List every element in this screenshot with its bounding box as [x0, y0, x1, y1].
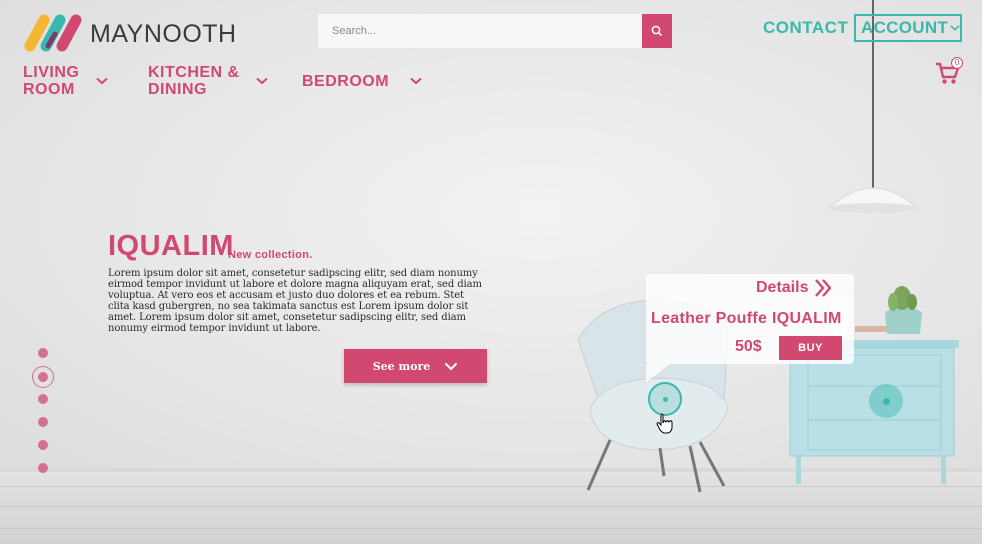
slider-dot[interactable] — [38, 394, 48, 404]
cart-button[interactable]: 0 — [934, 57, 963, 91]
search-input[interactable] — [318, 14, 642, 48]
nav-item-bedroom[interactable]: BEDROOM — [302, 73, 389, 90]
nav-item-label-line2: DINING — [148, 81, 207, 98]
product-popup-pointer — [646, 364, 670, 382]
brand-logo[interactable]: MAYNOOTH — [22, 14, 237, 54]
brand-name: MAYNOOTH — [90, 19, 237, 48]
product-name: Leather Pouffe IQUALIM — [651, 310, 842, 327]
nav-item-label-line1: LIVING — [23, 64, 80, 81]
details-link[interactable]: Details — [756, 278, 833, 298]
slider-dot[interactable] — [38, 348, 48, 358]
hand-cursor-icon — [656, 413, 673, 434]
chevron-down-icon[interactable] — [96, 77, 108, 85]
search-bar — [318, 14, 672, 48]
see-more-label: See more — [372, 359, 431, 373]
product-price: 50$ — [735, 338, 762, 355]
chevron-down-icon — [445, 362, 458, 370]
account-dropdown[interactable]: ACCOUNT — [854, 14, 962, 42]
contact-link[interactable]: CONTACT — [763, 18, 848, 38]
slider-dot-active[interactable] — [32, 366, 54, 388]
chevron-down-icon — [950, 25, 960, 31]
details-label: Details — [756, 279, 809, 296]
cart-count-badge: 0 — [951, 57, 963, 69]
slider-dot[interactable] — [38, 440, 48, 450]
hero-title: IQUALIM — [108, 230, 234, 262]
double-chevron-right-icon — [815, 279, 833, 297]
nav-item-living-room[interactable]: LIVING ROOM — [23, 64, 89, 98]
chevron-down-icon[interactable] — [410, 77, 422, 85]
slider-dot[interactable] — [38, 463, 48, 473]
chevron-down-icon[interactable] — [256, 77, 268, 85]
search-button[interactable] — [642, 14, 672, 48]
slider-dot[interactable] — [38, 417, 48, 427]
logo-mark-icon — [24, 14, 82, 52]
nav-item-label-line2: ROOM — [23, 81, 75, 98]
hero-description: Lorem ipsum dolor sit amet, consetetur s… — [108, 268, 482, 334]
nav-item-label-line1: KITCHEN & — [148, 64, 240, 81]
product-hotspot[interactable] — [869, 384, 903, 418]
see-more-button[interactable]: See more — [344, 349, 487, 383]
product-hotspot-active[interactable] — [648, 382, 682, 416]
account-label: ACCOUNT — [861, 18, 949, 37]
hero-subtitle: New collection. — [228, 249, 313, 261]
nav-item-label: BEDROOM — [302, 73, 390, 90]
buy-button[interactable]: BUY — [779, 336, 842, 360]
nav-item-kitchen-dining[interactable]: KITCHEN & DINING — [148, 64, 248, 98]
search-icon — [651, 25, 663, 37]
